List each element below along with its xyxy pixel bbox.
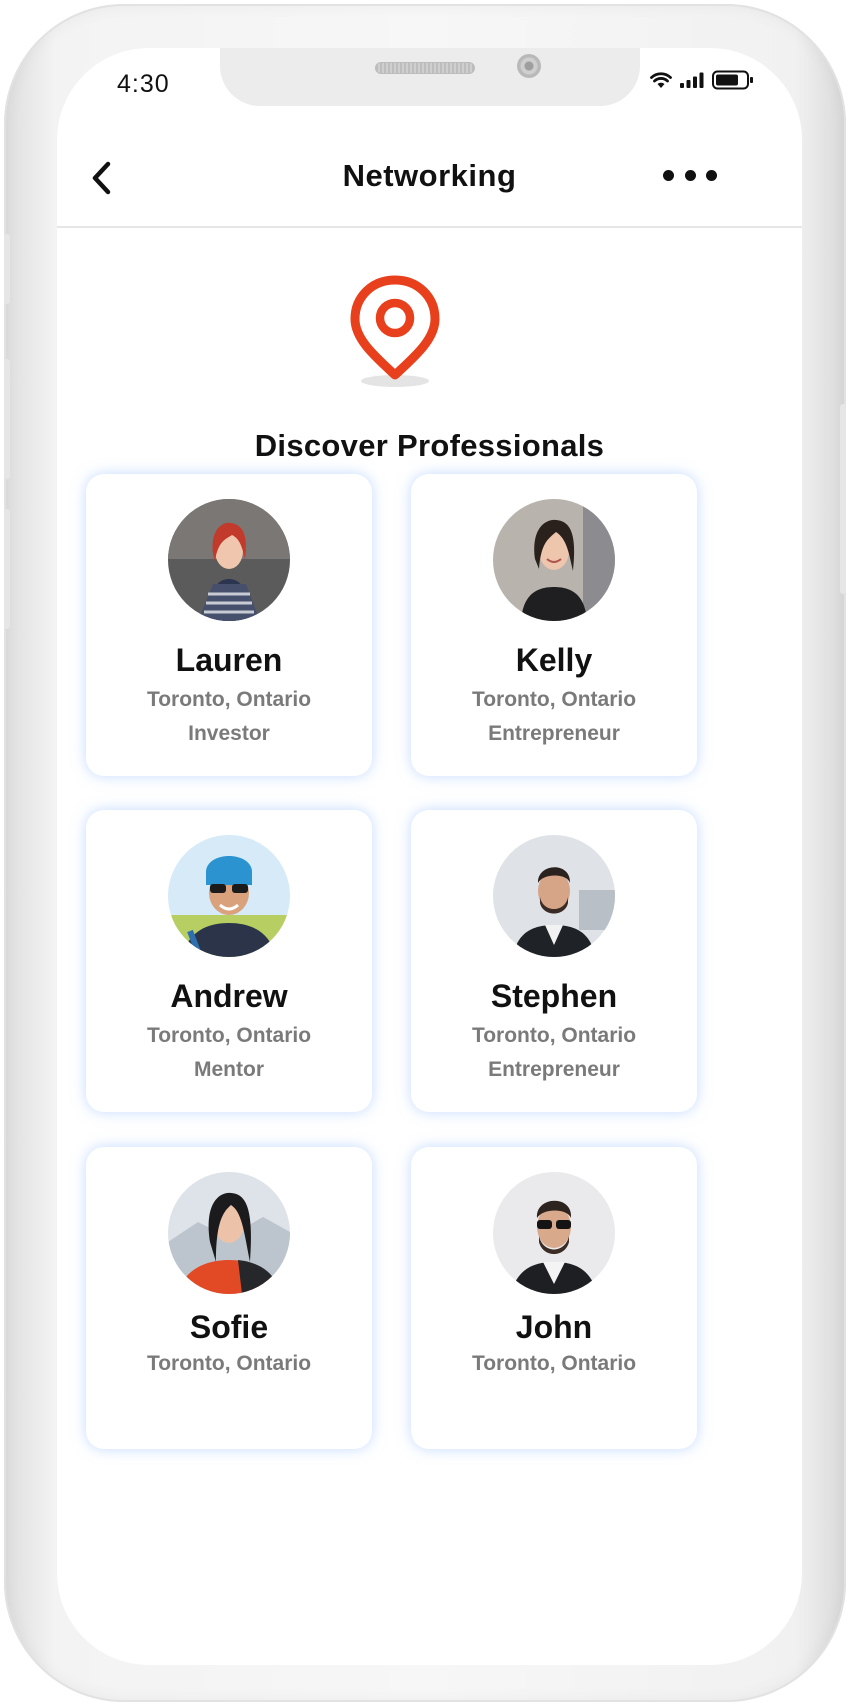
navigation-bar: Networking: [57, 148, 802, 228]
professional-location: Toronto, Ontario: [146, 1352, 312, 1375]
professional-card[interactable]: Andrew Toronto, Ontario Mentor: [86, 810, 372, 1112]
more-horizontal-icon: [663, 169, 674, 181]
professional-card[interactable]: Kelly Toronto, Ontario Entrepreneur: [411, 474, 697, 776]
signal-icon: [680, 72, 704, 88]
professional-name: Andrew: [170, 978, 288, 1014]
professional-name: Sofie: [189, 1309, 269, 1345]
location-pin-icon: [345, 274, 445, 390]
professional-location: Toronto, Ontario: [471, 1352, 637, 1375]
professional-card[interactable]: Sofie Toronto, Ontario: [86, 1147, 372, 1449]
more-options-button[interactable]: [663, 160, 717, 190]
volume-up-button: [4, 359, 10, 479]
professional-role: Entrepreneur: [488, 1058, 620, 1081]
discover-heading: Discover Professionals: [254, 428, 605, 463]
avatar[interactable]: [493, 1172, 615, 1294]
front-camera: [517, 54, 541, 78]
professional-role: Entrepreneur: [488, 722, 620, 745]
status-icons: [650, 70, 754, 90]
status-time: 4:30: [117, 70, 170, 98]
phone-frame: 4:30 Networking Discover Professionals L…: [4, 4, 846, 1702]
avatar[interactable]: [168, 499, 290, 621]
professional-card[interactable]: John Toronto, Ontario: [411, 1147, 697, 1449]
battery-icon: [712, 70, 754, 90]
avatar[interactable]: [493, 835, 615, 957]
power-button: [840, 404, 846, 594]
professional-card[interactable]: Lauren Toronto, Ontario Investor: [86, 474, 372, 776]
volume-down-button: [4, 509, 10, 629]
professional-role: Investor: [188, 722, 270, 745]
professional-card[interactable]: Stephen Toronto, Ontario Entrepreneur: [411, 810, 697, 1112]
professional-location: Toronto, Ontario: [146, 688, 312, 711]
wifi-icon: [650, 71, 672, 89]
professional-name: Stephen: [490, 978, 618, 1014]
speaker-grille: [375, 62, 475, 74]
avatar[interactable]: [493, 499, 615, 621]
avatar[interactable]: [168, 1172, 290, 1294]
professional-location: Toronto, Ontario: [471, 1024, 637, 1047]
professional-name: Lauren: [175, 642, 283, 678]
screen: 4:30 Networking Discover Professionals L…: [57, 48, 802, 1665]
professional-name: Kelly: [515, 642, 593, 678]
professional-location: Toronto, Ontario: [146, 1024, 312, 1047]
silent-switch: [4, 234, 10, 304]
avatar[interactable]: [168, 835, 290, 957]
professional-location: Toronto, Ontario: [471, 688, 637, 711]
professional-name: John: [515, 1309, 593, 1345]
professional-role: Mentor: [194, 1058, 264, 1081]
notch: [220, 48, 640, 106]
